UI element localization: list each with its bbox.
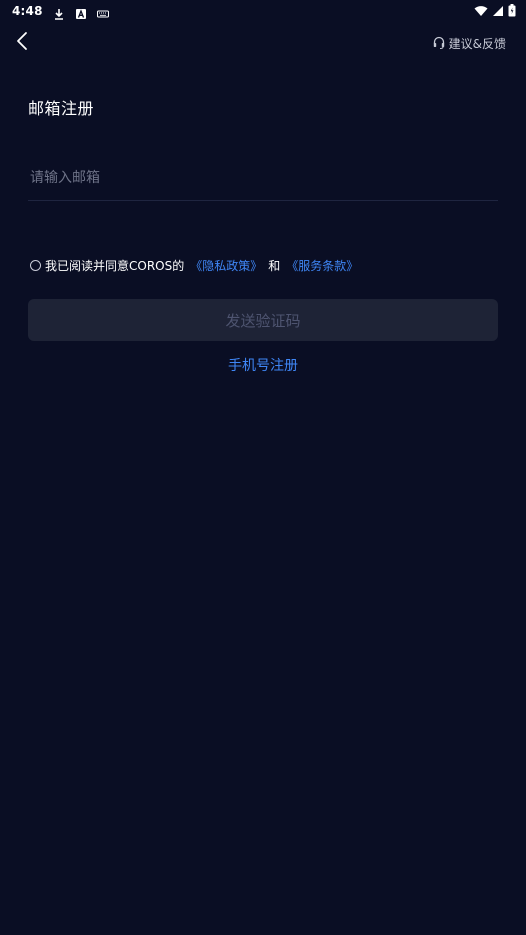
email-field-wrap <box>28 160 498 201</box>
email-input[interactable] <box>28 160 498 196</box>
wifi-icon <box>474 2 488 21</box>
phone-register-link[interactable]: 手机号注册 <box>0 355 526 375</box>
back-button[interactable] <box>12 31 32 55</box>
agreement-conjunction: 和 <box>268 259 281 273</box>
battery-icon <box>508 2 516 21</box>
status-bar: 4:48 <box>0 0 526 22</box>
status-time: 4:48 <box>12 4 43 18</box>
headset-icon <box>433 34 445 53</box>
chevron-left-icon <box>16 31 28 55</box>
agreement-prefix: 我已阅读并同意COROS的 <box>45 259 185 273</box>
feedback-button[interactable]: 建议&反馈 <box>433 34 506 53</box>
email-register-screen: 4:48 建议&反馈 邮箱注册 请输入邮箱 我已阅读并同意COROS的 《隐私政… <box>0 0 526 935</box>
keyboard-icon <box>96 5 109 18</box>
terms-of-service-link[interactable]: 《服务条款》 <box>286 257 358 274</box>
a-badge-icon <box>75 5 87 19</box>
status-right <box>474 2 516 21</box>
nav-bar: 建议&反馈 <box>0 28 526 58</box>
agree-radio[interactable] <box>30 260 41 271</box>
page-title: 邮箱注册 <box>28 99 95 118</box>
feedback-label: 建议&反馈 <box>448 36 506 51</box>
send-code-button[interactable]: 发送验证码 <box>28 299 498 341</box>
download-icon <box>53 5 65 20</box>
agreement-row: 我已阅读并同意COROS的 《隐私政策》 和 《服务条款》 <box>30 257 358 274</box>
privacy-policy-link[interactable]: 《隐私政策》 <box>190 257 262 274</box>
signal-icon <box>492 2 504 21</box>
status-left: 4:48 <box>12 4 109 20</box>
